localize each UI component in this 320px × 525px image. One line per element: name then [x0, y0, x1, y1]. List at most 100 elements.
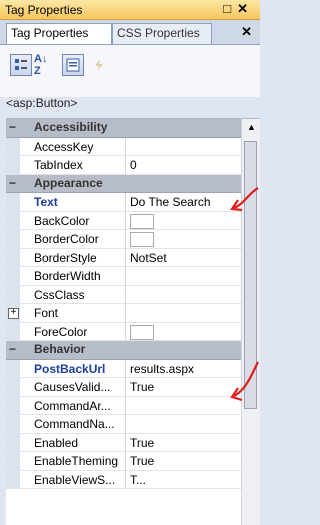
property-name: AccessKey [22, 137, 126, 155]
categorized-view-button[interactable] [10, 54, 32, 76]
property-grid: − Accessibility AccessKey TabIndex 0− Appeara… [6, 118, 260, 525]
property-name: BorderColor [22, 230, 126, 248]
scroll-up-icon[interactable]: ▲ [247, 122, 256, 132]
property-row[interactable]: AccessKey [6, 137, 260, 156]
properties-view-button[interactable] [62, 54, 84, 76]
property-value[interactable] [128, 397, 240, 415]
property-name: CommandAr... [22, 396, 126, 414]
category-row[interactable]: − Behavior [6, 341, 260, 360]
row-gutter: + [6, 304, 20, 322]
property-name: CommandNa... [22, 415, 126, 433]
category-name: Behavior [34, 342, 86, 356]
row-gutter [6, 415, 20, 433]
color-swatch[interactable] [130, 232, 154, 248]
lightning-icon [95, 59, 103, 71]
categorized-icon [15, 59, 27, 70]
collapse-icon[interactable]: − [9, 120, 16, 134]
row-gutter [6, 211, 20, 229]
row-gutter [6, 433, 20, 451]
property-row[interactable]: EnableTheming True [6, 452, 260, 471]
property-value[interactable] [128, 415, 240, 433]
property-value[interactable]: 0 [128, 156, 240, 174]
category-name: Accessibility [34, 120, 108, 134]
tab-css-properties[interactable]: CSS Properties [112, 23, 212, 44]
property-rows: − Accessibility AccessKey TabIndex 0− Appeara… [6, 119, 260, 489]
property-value[interactable]: results.aspx [128, 360, 240, 378]
window-titlebar: Tag Properties □✕ [0, 0, 260, 20]
collapse-icon[interactable]: − [9, 342, 16, 356]
window-buttons: □✕ [223, 1, 254, 17]
row-gutter [6, 285, 20, 303]
property-value[interactable] [128, 304, 240, 322]
property-row[interactable]: BorderColor [6, 230, 260, 249]
property-row[interactable]: Text Do The Search [6, 193, 260, 212]
tab-strip: Tag Properties CSS Properties ✕ [0, 20, 260, 44]
property-value[interactable]: True [128, 378, 240, 396]
property-name: CssClass [22, 285, 126, 303]
row-gutter [6, 193, 20, 211]
property-name: ForeColor [22, 322, 126, 340]
property-value[interactable] [128, 323, 240, 341]
row-gutter [6, 359, 20, 377]
row-gutter [6, 322, 20, 340]
selected-element-label: <asp:Button> [6, 96, 78, 110]
collapse-icon[interactable]: − [9, 176, 16, 190]
property-value[interactable] [128, 286, 240, 304]
property-name: BorderWidth [22, 267, 126, 285]
property-row[interactable]: TabIndex 0 [6, 156, 260, 175]
expand-icon[interactable]: + [8, 308, 19, 319]
color-swatch[interactable] [130, 324, 154, 340]
property-row[interactable]: ForeColor [6, 322, 260, 341]
events-view-button[interactable] [88, 54, 110, 76]
property-name: EnableViewS... [22, 470, 126, 488]
property-row[interactable]: + Font [6, 304, 260, 323]
close-button[interactable]: ✕ [237, 1, 254, 16]
alphabetical-view-button[interactable]: A↓ Z [34, 53, 56, 77]
property-value[interactable]: NotSet [128, 249, 240, 267]
property-row[interactable]: CommandNa... [6, 415, 260, 434]
window-title: Tag Properties [5, 3, 83, 17]
row-gutter [6, 470, 20, 488]
property-name: CausesValid... [22, 378, 126, 396]
row-gutter [6, 452, 20, 470]
property-value[interactable]: True [128, 452, 240, 470]
property-row[interactable]: PostBackUrl results.aspx [6, 359, 260, 378]
row-gutter [6, 137, 20, 155]
property-row[interactable]: Enabled True [6, 433, 260, 452]
property-row[interactable]: EnableViewS... T... [6, 470, 260, 489]
tab-tag-properties[interactable]: Tag Properties [6, 23, 112, 44]
property-name: EnableTheming [22, 452, 126, 470]
property-row[interactable]: CausesValid... True [6, 378, 260, 397]
property-value[interactable]: T... [128, 471, 240, 489]
property-row[interactable]: BackColor [6, 211, 260, 230]
property-value[interactable] [128, 230, 240, 248]
category-row[interactable]: − Appearance [6, 174, 260, 193]
property-name: Enabled [22, 433, 126, 451]
property-row[interactable]: CommandAr... [6, 396, 260, 415]
property-name: PostBackUrl [22, 359, 126, 377]
property-name: BackColor [22, 211, 126, 229]
property-value[interactable] [128, 212, 240, 230]
annotation-arrow-1 [230, 187, 259, 212]
property-row[interactable]: BorderWidth [6, 267, 260, 286]
property-value[interactable]: True [128, 434, 240, 452]
property-row[interactable]: CssClass [6, 285, 260, 304]
property-value[interactable] [128, 138, 240, 156]
category-name: Appearance [34, 175, 103, 190]
property-value[interactable] [128, 267, 240, 285]
property-name: Text [22, 193, 126, 211]
property-row[interactable]: BorderStyle NotSet [6, 248, 260, 267]
property-name: BorderStyle [22, 248, 126, 266]
toolbar: A↓ Z [0, 44, 260, 97]
pin-button[interactable]: □ [223, 1, 237, 16]
color-swatch[interactable] [130, 213, 154, 229]
alphabetical-icon: A↓ Z [34, 53, 48, 77]
property-value[interactable]: Do The Search [128, 193, 240, 211]
property-name: Font [22, 304, 126, 322]
annotation-arrow-2 [230, 361, 259, 402]
properties-icon [66, 58, 80, 72]
tab-close-icon[interactable]: ✕ [241, 24, 252, 40]
category-row[interactable]: − Accessibility [6, 119, 260, 138]
property-name: TabIndex [22, 156, 126, 174]
vertical-scrollbar[interactable]: ▲ [241, 119, 260, 525]
